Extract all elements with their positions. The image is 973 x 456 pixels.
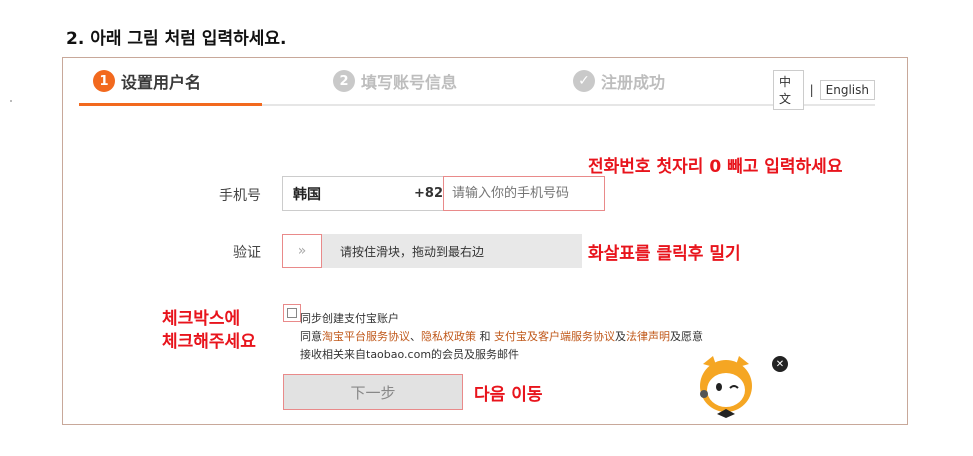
check-icon: ✓ <box>573 70 595 92</box>
alipay-checkbox[interactable] <box>283 304 301 322</box>
agree-prefix: 同意 <box>300 330 322 343</box>
registration-frame: 1 设置用户名 2 填写账号信息 ✓ 注册成功 中文 | English 手机号… <box>62 57 908 425</box>
step-2-number: 2 <box>333 70 355 92</box>
stray-dot <box>10 100 12 102</box>
country-name: 韩国 <box>293 186 321 203</box>
step-3: ✓ 注册成功 <box>573 69 665 93</box>
agree-suffix: 及愿意 <box>670 330 703 343</box>
step-indicator: 1 设置用户名 2 填写账号信息 ✓ 注册成功 中文 | English <box>79 58 875 110</box>
annotation-phone: 전화번호 첫자리 0 빼고 입력하세요 <box>588 157 843 177</box>
phone-input[interactable] <box>443 176 605 211</box>
active-step-underline <box>79 103 262 106</box>
step-2: 2 填写账号信息 <box>333 69 457 93</box>
checkbox-label: 同步创建支付宝账户 <box>300 312 399 325</box>
annotation-next: 다음 이동 <box>474 385 543 405</box>
phone-label: 手机号 <box>219 188 261 204</box>
slider-instruction: 请按住滑块，拖动到最右边 <box>340 245 485 259</box>
instruction-heading: 2. 아래 그림 처럼 입력하세요. <box>66 29 287 49</box>
lang-english-button[interactable]: English <box>819 80 875 100</box>
lang-chinese-button[interactable]: 中文 <box>773 70 804 110</box>
language-switcher: 中文 | English <box>773 70 875 110</box>
link-alipay-agreement[interactable]: 支付宝及客户端服务协议 <box>494 330 615 343</box>
checkbox-box <box>287 308 297 318</box>
link-taobao-agreement[interactable]: 淘宝平台服务协议 <box>322 330 410 343</box>
verify-label: 验证 <box>233 245 261 261</box>
lang-separator: | <box>809 83 814 97</box>
annotation-checkbox: 체크박스에 체크해주세요 <box>162 308 256 354</box>
annotation-checkbox-line1: 체크박스에 <box>162 309 241 329</box>
next-step-button[interactable]: 下一步 <box>283 374 463 410</box>
slider-handle[interactable]: » <box>282 234 322 268</box>
close-icon[interactable]: ✕ <box>772 356 788 372</box>
step-2-label: 填写账号信息 <box>361 73 458 92</box>
agreement-line: 同意淘宝平台服务协议、隐私权政策 和 支付宝及客户端服务协议及法律声明及愿意 <box>300 328 703 346</box>
annotation-checkbox-line2: 체크해주세요 <box>162 332 256 352</box>
step-3-label: 注册成功 <box>601 73 666 92</box>
mascot-icon[interactable] <box>695 354 757 420</box>
link-legal-statement[interactable]: 法律声明 <box>626 330 670 343</box>
double-chevron-right-icon: » <box>297 243 307 259</box>
slider-captcha: » 请按住滑块，拖动到最右边 <box>282 234 582 268</box>
country-code: +82 <box>414 186 443 201</box>
agree-sep: 、 <box>410 330 421 343</box>
agree-and: 和 <box>476 330 494 343</box>
agreement-text: 同步创建支付宝账户 同意淘宝平台服务协议、隐私权政策 和 支付宝及客户端服务协议… <box>300 310 703 364</box>
link-privacy-policy[interactable]: 隐私权政策 <box>421 330 476 343</box>
step-1-number: 1 <box>93 70 115 92</box>
annotation-slider: 화살표를 클릭후 밀기 <box>588 244 741 264</box>
step-1-label: 设置用户名 <box>121 73 202 92</box>
email-consent-line: 接收相关来自taobao.com的会员及服务邮件 <box>300 348 520 361</box>
agree-mid: 及 <box>615 330 626 343</box>
step-1: 1 设置用户名 <box>93 69 201 93</box>
